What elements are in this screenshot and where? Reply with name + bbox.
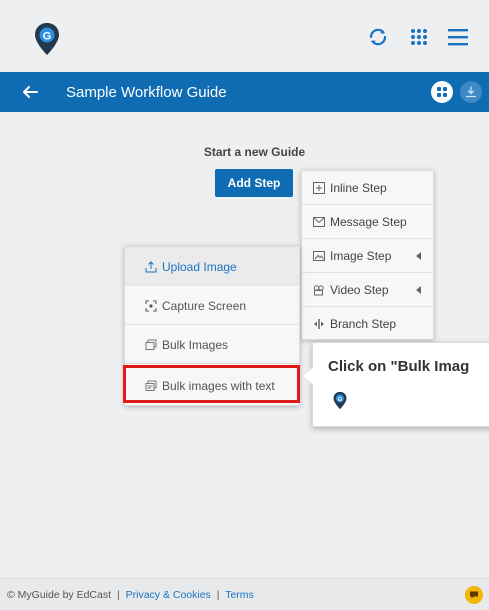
footer-text: © MyGuide by EdCast | Privacy & Cookies …: [7, 589, 254, 601]
plus-square-icon: [312, 181, 326, 195]
menu-item-bulk-images[interactable]: Bulk Images: [125, 325, 299, 364]
branch-icon: [312, 317, 326, 331]
menu-item-capture-screen[interactable]: Capture Screen: [125, 286, 299, 325]
footer: © MyGuide by EdCast | Privacy & Cookies …: [0, 578, 489, 610]
step-type-menu: Inline Step Message Step Image Step Vide…: [301, 170, 434, 340]
tooltip-text: Click on "Bulk Imag: [328, 358, 470, 375]
menu-item-image-step[interactable]: Image Step: [302, 239, 433, 273]
submenu-caret-icon: [416, 252, 421, 260]
image-step-submenu: Upload Image Capture Screen Bulk Images …: [124, 246, 300, 406]
menu-item-video-step[interactable]: Video Step: [302, 273, 433, 307]
menu-item-label: Bulk images with text: [162, 378, 275, 393]
back-arrow-icon[interactable]: [18, 80, 42, 104]
guide-tooltip: Click on "Bulk Imag G: [304, 342, 489, 427]
image-icon: [312, 249, 326, 263]
menu-item-message-step[interactable]: Message Step: [302, 205, 433, 239]
terms-link[interactable]: Terms: [225, 589, 254, 601]
capture-icon: [145, 300, 159, 312]
add-step-button[interactable]: Add Step: [215, 169, 293, 197]
menu-item-inline-step[interactable]: Inline Step: [302, 171, 433, 205]
menu-item-bulk-images-with-text[interactable]: Bulk images with text: [125, 366, 299, 405]
menu-item-label: Video Step: [330, 283, 389, 297]
guide-title: Sample Workflow Guide: [66, 84, 227, 101]
svg-text:G: G: [338, 397, 343, 403]
submenu-caret-icon: [416, 286, 421, 294]
copyright-text: © MyGuide by EdCast: [7, 589, 112, 601]
myguide-logo-icon: G: [333, 391, 347, 410]
menu-item-label: Image Step: [330, 249, 392, 263]
menu-item-label: Upload Image: [162, 259, 237, 274]
bulk-images-text-icon: [145, 380, 159, 392]
menu-item-label: Message Step: [330, 215, 407, 229]
myguide-logo-icon[interactable]: G: [34, 22, 60, 56]
chat-icon[interactable]: [465, 586, 483, 604]
menu-item-label: Bulk Images: [162, 337, 229, 352]
hamburger-menu-icon[interactable]: [445, 24, 471, 50]
video-icon: [312, 283, 326, 297]
download-icon[interactable]: [460, 81, 482, 103]
footer-separator: |: [216, 589, 220, 601]
apps-icon[interactable]: [431, 81, 453, 103]
start-guide-title: Start a new Guide: [203, 145, 306, 159]
svg-text:G: G: [43, 31, 52, 43]
menu-item-label: Capture Screen: [162, 298, 247, 313]
top-bar: G: [0, 0, 489, 72]
menu-item-label: Inline Step: [330, 181, 387, 195]
menu-item-upload-image[interactable]: Upload Image: [125, 247, 299, 286]
bulk-images-icon: [145, 339, 159, 351]
menu-item-branch-step[interactable]: Branch Step: [302, 307, 433, 341]
footer-separator: |: [116, 589, 120, 601]
tooltip-arrow: [304, 367, 313, 385]
myguide-panel: G Sample Workflow Guide Start a new Guid…: [0, 0, 489, 610]
guide-header: Sample Workflow Guide: [0, 72, 489, 112]
upload-icon: [145, 260, 159, 273]
apps-grid-icon[interactable]: [406, 24, 432, 50]
refresh-icon[interactable]: [365, 24, 391, 50]
message-icon: [312, 215, 326, 229]
privacy-link[interactable]: Privacy & Cookies: [126, 589, 211, 601]
menu-item-label: Branch Step: [330, 317, 397, 331]
